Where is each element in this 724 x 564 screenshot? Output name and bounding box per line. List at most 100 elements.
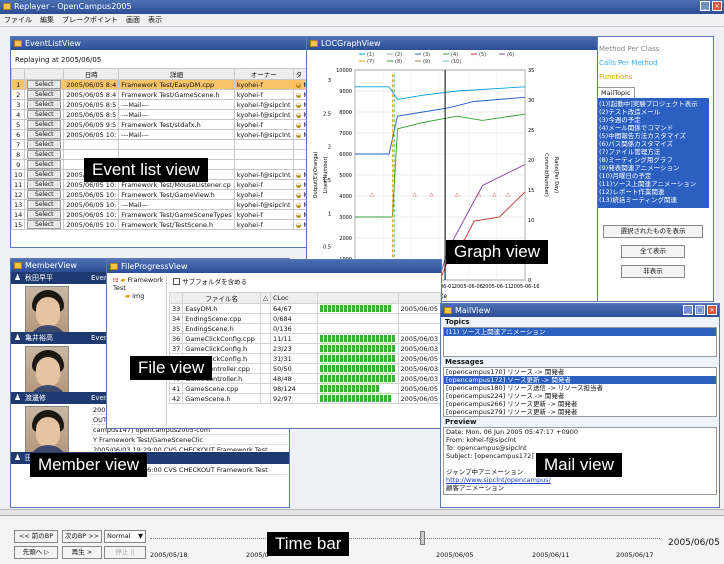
event-row[interactable]: 14 Select 2005/06/05 10: Framework Test/Gam… xyxy=(11,209,307,220)
file-row[interactable]: 36 GameClickConfig.cpp 11/11 2005/06/03 xyxy=(168,333,441,344)
mail-maximize-button[interactable]: □ xyxy=(695,305,705,315)
select-button[interactable]: Select xyxy=(27,210,62,219)
file-cloc: 0/684 xyxy=(270,313,318,324)
event-row[interactable]: 15 Select 2005/06/05 10: Framework Test/Tes… xyxy=(11,219,307,230)
check-functions[interactable]: Functions xyxy=(599,73,632,81)
prev-bp-button[interactable]: << 前のBP xyxy=(14,530,58,543)
topic-item[interactable]: (3)今週の予定 xyxy=(599,116,707,124)
event-row[interactable]: 4 Select 2005/06/05 8:5 ---Mail--- kyohei-f@… xyxy=(11,109,307,120)
event-row[interactable]: 5 Select 2005/06/05 9:5 Framework Test/stda… xyxy=(11,119,307,130)
col-select xyxy=(24,68,65,80)
topic-item[interactable]: (5)中間報告方法カスタマイズ xyxy=(599,132,707,140)
event-row[interactable]: 7 Select xyxy=(11,139,307,150)
select-button[interactable]: Select xyxy=(27,110,62,119)
message-item[interactable]: [opencampus266] リソース更新 -> 関発者 xyxy=(444,400,716,408)
select-button[interactable]: Select xyxy=(27,160,62,169)
menu-screen[interactable]: 画面 xyxy=(126,14,140,26)
timeline-thumb[interactable] xyxy=(420,531,426,545)
event-row[interactable]: 12 Select 2005/06/05 10: Framework Test/Gam… xyxy=(11,189,307,200)
preview-line: From: kohei-f@sipclnt xyxy=(446,436,517,444)
topic-item[interactable]: (7)ファイル管理方法 xyxy=(599,148,707,156)
mail-minimize-button[interactable]: _ xyxy=(683,305,693,315)
event-row[interactable]: 2 Select 2005/06/05 8:4 Framework Test/Game… xyxy=(11,89,307,100)
event-detail: Framework Test/GameScene.h xyxy=(118,89,235,100)
select-button[interactable]: Select xyxy=(27,190,62,199)
select-button[interactable]: Select xyxy=(27,120,62,129)
event-owner: kyohei-f xyxy=(233,89,294,100)
legend-entry: (10) xyxy=(451,59,461,65)
check-method-per-class[interactable]: Method Per Class xyxy=(599,45,659,53)
file-row[interactable]: 42 GameScene.h 92/97 2005/06/05 xyxy=(168,393,441,404)
message-item[interactable]: [opencampus180] リソース送信 -> リソース担当者 xyxy=(444,384,716,392)
next-bp-button[interactable]: 次のBP >> xyxy=(62,530,102,543)
file-row[interactable]: 34 EndingScene.cpp 0/684 xyxy=(168,313,441,324)
progress-bar xyxy=(319,305,392,312)
select-button[interactable]: Select xyxy=(27,170,62,179)
select-button[interactable]: Select xyxy=(27,180,62,189)
event-row[interactable]: 3 Select 2005/06/05 8:5 ---Mail--- kyohei-f@… xyxy=(11,99,307,110)
file-name: GameScene.h xyxy=(182,393,261,404)
horizontal-scrollbar[interactable] xyxy=(0,509,724,515)
close-button[interactable]: × xyxy=(712,1,722,11)
topic-item[interactable]: (10)月曜日の予定 xyxy=(599,172,707,180)
menu-edit[interactable]: 編集 xyxy=(40,14,54,26)
topic-item[interactable]: (9)発表関連アニメーション xyxy=(599,164,707,172)
file-row[interactable]: 41 GameScene.cpp 98/124 2005/06/05 xyxy=(168,383,441,394)
check-calls-per-method[interactable]: Calls Per Method xyxy=(599,59,658,67)
event-table: 日時 詳細 オーナー タ 1 Select 2005/06/05 8:4 Framew… xyxy=(11,68,307,230)
topic-item[interactable]: (4)メール関係でコマンド xyxy=(599,124,707,132)
message-list[interactable]: [opencampus170] リソース -> 関発者 [opencampus17… xyxy=(443,367,717,417)
marker-icon: △ xyxy=(477,192,481,198)
select-button[interactable]: Select xyxy=(27,90,62,99)
stop-button[interactable]: 停止 || xyxy=(104,546,146,559)
message-item[interactable]: [opencampus279] リソース更新 -> 関発者 xyxy=(444,408,716,416)
topic-item[interactable]: (8)ミーティング用グラフ xyxy=(599,156,707,164)
speed-select[interactable]: Normal ▼ xyxy=(104,530,146,543)
select-button[interactable]: Select xyxy=(27,130,62,139)
message-item[interactable]: [opencampus170] リソース -> 関発者 xyxy=(444,368,716,376)
file-row[interactable]: 33 EasyDM.h 64/67 2005/06/05 xyxy=(168,303,441,314)
hide-button[interactable]: 非表示 xyxy=(621,265,685,278)
select-button[interactable]: Select xyxy=(27,100,62,109)
mail-title: MailView xyxy=(455,306,491,315)
topic-list[interactable]: (1)[起動中]実験プロジェクト表示 (2)テスト改造メール (3)今週の予定 (4)… xyxy=(597,98,709,208)
menu-breakpoint[interactable]: ブレークポイント xyxy=(62,14,118,26)
show-all-button[interactable]: 全て表示 xyxy=(621,245,685,258)
topic-item[interactable]: (2)テスト改造メール xyxy=(599,108,707,116)
select-button[interactable]: Select xyxy=(27,200,62,209)
folder-tree: ⊟ ▰ Framework Test ▰ img xyxy=(109,276,167,426)
y-tick-right: 15 xyxy=(528,188,534,194)
topic-item[interactable]: (13)統括ミーティング関連 xyxy=(599,196,707,204)
play-button[interactable]: 再生 > xyxy=(62,546,102,559)
event-index: 14 xyxy=(11,209,26,220)
message-item[interactable]: [opencampus224] リソース -> 関発者 xyxy=(444,392,716,400)
selected-topic[interactable]: (11) ソース上関連アニメーション xyxy=(444,328,716,336)
select-button[interactable]: Select xyxy=(27,80,62,89)
mail-close-button[interactable]: × xyxy=(707,305,717,315)
event-row[interactable]: 1 Select 2005/06/05 8:4 Framework Test/Easy… xyxy=(11,79,307,90)
subfolder-checkbox[interactable] xyxy=(173,278,180,285)
tab-mailtopic[interactable]: MailTopic xyxy=(597,87,635,98)
tree-child[interactable]: img xyxy=(132,292,144,300)
timeline-track[interactable]: 2005/05/18 2005/0 2005/06/05 2005/06/11 … xyxy=(150,530,660,560)
select-button[interactable]: Select xyxy=(27,150,62,159)
event-row[interactable]: 13 Select 2005/06/05 10: ---Mail--- kyohei-f… xyxy=(11,199,307,210)
topic-item[interactable]: (6)パス関係カスタマイズ xyxy=(599,140,707,148)
file-date: 2005/06/05 xyxy=(397,393,441,404)
topic-item[interactable]: (11)ソース上関連アニメーション xyxy=(599,180,707,188)
select-button[interactable]: Select xyxy=(27,220,62,229)
event-row[interactable]: 6 Select 2005/06/05 10: ---Mail--- kyohei-f@… xyxy=(11,129,307,140)
menu-file[interactable]: ファイル xyxy=(4,14,32,26)
minimize-button[interactable]: _ xyxy=(700,1,710,11)
app-titlebar: Replayer - OpenCampus2005 _ × xyxy=(0,0,724,14)
file-row[interactable]: 35 EndingScene.h 0/136 xyxy=(168,323,441,334)
file-row[interactable]: 37 GameClickConfig.h 23/23 2005/06/03 xyxy=(168,343,441,354)
topic-item[interactable]: (1)[起動中]実験プロジェクト表示 xyxy=(599,100,707,108)
show-selected-button[interactable]: 選択されたものを表示 xyxy=(603,225,703,238)
message-item[interactable]: [opencampus172] ソース更新 -> 関発者 xyxy=(444,376,716,384)
select-button[interactable]: Select xyxy=(27,140,62,149)
topic-item[interactable]: (12)レポート作業関連 xyxy=(599,188,707,196)
to-start-button[interactable]: 先頭へ ▷ xyxy=(14,546,58,559)
menu-view[interactable]: 表示 xyxy=(148,14,162,26)
legend-entry: (3) xyxy=(423,52,430,58)
